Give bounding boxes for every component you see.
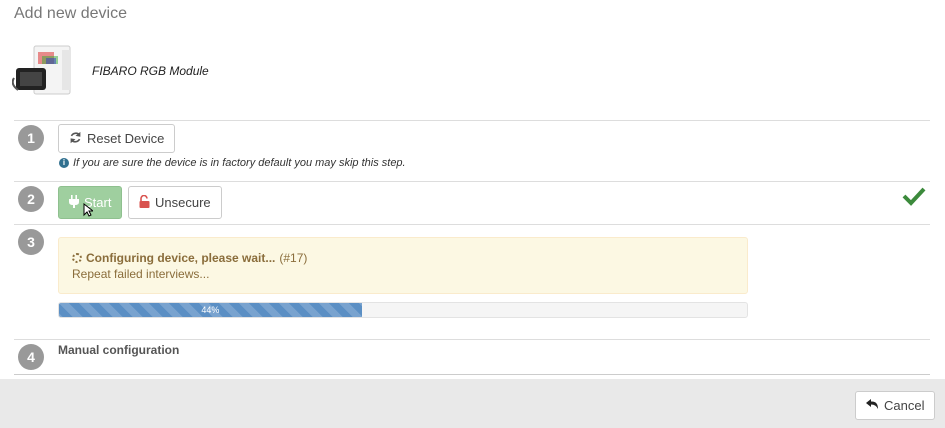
- status-detail: Repeat failed interviews...: [72, 267, 210, 281]
- undo-arrow-icon: [866, 398, 879, 413]
- status-title: Configuring device, please wait...: [86, 251, 276, 265]
- divider: [14, 120, 930, 121]
- unlock-icon: [139, 194, 150, 211]
- step-number-3: 3: [18, 229, 44, 255]
- status-id: (#17): [279, 251, 308, 265]
- unsecure-label: Unsecure: [155, 195, 211, 210]
- device-image: [11, 44, 82, 100]
- reset-device-label: Reset Device: [87, 131, 165, 146]
- cancel-label: Cancel: [884, 398, 925, 413]
- unsecure-button[interactable]: Unsecure: [128, 186, 222, 219]
- step-number-2: 2: [18, 186, 44, 212]
- reset-device-button[interactable]: Reset Device: [58, 124, 176, 153]
- status-line: Configuring device, please wait... (#17): [72, 251, 307, 265]
- divider: [14, 224, 930, 225]
- step-number-4: 4: [18, 344, 44, 370]
- refresh-icon: [69, 131, 82, 147]
- cancel-button[interactable]: Cancel: [855, 391, 936, 420]
- divider: [14, 181, 930, 182]
- manual-configuration-title[interactable]: Manual configuration: [58, 343, 179, 357]
- page-title: Add new device: [14, 5, 127, 22]
- mouse-cursor-icon: [83, 202, 95, 222]
- reset-info-label: If you are sure the device is in factory…: [73, 157, 406, 169]
- check-icon: [902, 186, 926, 211]
- divider: [14, 339, 930, 340]
- plug-icon: [69, 194, 79, 211]
- modal-footer: [0, 379, 945, 428]
- info-circle-icon: i: [59, 158, 69, 168]
- configuring-status-alert: Configuring device, please wait... (#17)…: [58, 237, 748, 294]
- progress-bar: 44%: [58, 302, 748, 318]
- step-number-1: 1: [18, 125, 44, 151]
- progress-bar-fill: 44%: [59, 303, 362, 317]
- device-name: FIBARO RGB Module: [92, 64, 209, 78]
- spinner-icon: [72, 253, 82, 263]
- divider: [14, 374, 930, 375]
- reset-info-text: i If you are sure the device is in facto…: [59, 157, 406, 169]
